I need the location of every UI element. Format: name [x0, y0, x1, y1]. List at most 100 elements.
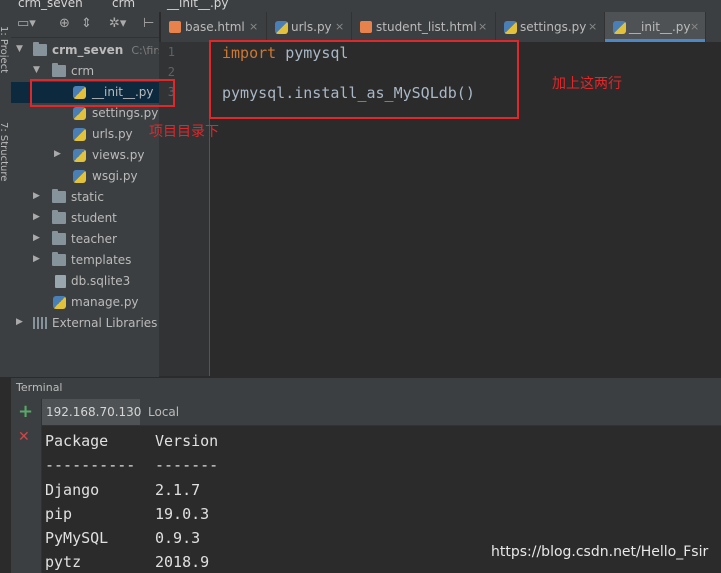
- breadcrumb-folder[interactable]: crm: [112, 0, 135, 10]
- tree-item-wsgi-py[interactable]: wsgi.py: [11, 166, 159, 187]
- expand-arrow-icon[interactable]: ▶: [54, 149, 61, 159]
- package-name: pytz: [45, 553, 82, 571]
- tree-item-label: templates: [71, 253, 132, 267]
- tree-item-crm-seven[interactable]: ▼ crm_seven C:\first: [11, 40, 159, 61]
- expand-arrow-icon[interactable]: ▶: [33, 233, 40, 243]
- package-version: 19.0.3: [155, 505, 210, 523]
- tree-item-db-sqlite3[interactable]: db.sqlite3: [11, 271, 159, 292]
- terminal-tab-local[interactable]: Local: [144, 399, 194, 425]
- close-tab-icon[interactable]: ×: [588, 20, 597, 33]
- terminal-title-bar: Terminal: [11, 377, 721, 400]
- python-file-icon: [613, 21, 626, 34]
- tree-item-label: External Libraries: [52, 316, 158, 330]
- close-tab-icon[interactable]: ×: [335, 20, 344, 33]
- code-highlight-box: [209, 40, 519, 119]
- close-tab-icon[interactable]: ×: [690, 20, 699, 33]
- package-name: PyMySQL: [45, 529, 109, 547]
- folder-icon: [52, 210, 66, 224]
- expand-arrow-icon[interactable]: ▼: [33, 65, 40, 75]
- breadcrumb-root[interactable]: crm_seven: [18, 0, 83, 10]
- tree-item-label: urls.py: [92, 127, 133, 141]
- line-number: 2: [167, 65, 175, 79]
- terminal-header-package: Package: [45, 432, 109, 450]
- tree-item-label: teacher: [71, 232, 117, 246]
- python-file-icon: [53, 296, 66, 309]
- package-version: 0.9.3: [155, 529, 201, 547]
- editor-tab-bar: base.html × urls.py × student_list.html …: [161, 12, 721, 43]
- tree-item-static[interactable]: ▶ static: [11, 187, 159, 208]
- python-file-icon: [73, 107, 86, 120]
- python-file-icon: [73, 128, 86, 141]
- html-file-icon: [169, 21, 181, 33]
- python-file-icon: [73, 170, 86, 183]
- python-file-icon: [275, 21, 288, 34]
- tab-base-html[interactable]: base.html ×: [161, 12, 267, 42]
- tree-item-templates[interactable]: ▶ templates: [11, 250, 159, 271]
- folder-icon: [33, 42, 47, 56]
- terminal-tab-label: Local: [148, 405, 180, 419]
- line-number: 1: [167, 45, 175, 59]
- structure-tool-button[interactable]: 7: Structure: [0, 122, 9, 181]
- python-file-icon: [504, 21, 517, 34]
- plus-icon[interactable]: +: [18, 401, 33, 422]
- tab-student-list-html[interactable]: student_list.html ×: [352, 12, 496, 42]
- collapse-icon[interactable]: ⇕: [81, 16, 92, 31]
- folder-icon: [52, 252, 66, 266]
- close-tab-icon[interactable]: ×: [478, 20, 487, 33]
- terminal-separator: ----------: [45, 456, 136, 474]
- tree-item-urls-py[interactable]: urls.py: [11, 124, 159, 145]
- tree-item-label: views.py: [92, 148, 145, 162]
- library-icon: [33, 317, 47, 329]
- python-file-icon: [73, 149, 86, 162]
- terminal-tab-remote[interactable]: 192.168.70.130: [42, 399, 142, 425]
- tree-item-external-libraries[interactable]: ▶ External Libraries: [11, 313, 159, 334]
- breadcrumb-file[interactable]: __init__.py: [167, 0, 229, 10]
- tab-settings-py[interactable]: settings.py ×: [496, 12, 605, 42]
- tab-label: settings.py: [520, 20, 587, 34]
- tab-label: student_list.html: [376, 20, 477, 34]
- close-tab-icon[interactable]: ×: [249, 20, 258, 33]
- folder-icon: [52, 189, 66, 203]
- expand-arrow-icon[interactable]: ▼: [16, 44, 23, 54]
- project-tool-button[interactable]: 1: Project: [0, 26, 9, 73]
- tree-annotation-text: 项目目录下: [149, 124, 219, 140]
- package-name: Django: [45, 481, 100, 499]
- expand-arrow-icon[interactable]: ▶: [16, 317, 23, 327]
- close-icon[interactable]: ✕: [18, 429, 30, 445]
- tree-item-manage-py[interactable]: manage.py: [11, 292, 159, 313]
- folder-icon: [52, 231, 66, 245]
- terminal-toolbar: + ✕: [11, 399, 42, 573]
- tree-item-student[interactable]: ▶ student: [11, 208, 159, 229]
- tree-item-label: student: [71, 211, 117, 225]
- watermark: https://blog.csdn.net/Hello_Fsir: [491, 544, 709, 560]
- html-file-icon: [360, 21, 372, 33]
- database-file-icon: [55, 275, 66, 288]
- terminal-header-version: Version: [155, 432, 219, 450]
- code-annotation-text: 加上这两行: [552, 76, 622, 92]
- gear-icon[interactable]: ✲▾: [109, 16, 126, 31]
- folder-icon: [52, 63, 66, 77]
- tab-urls-py[interactable]: urls.py ×: [267, 12, 352, 42]
- tree-item-teacher[interactable]: ▶ teacher: [11, 229, 159, 250]
- terminal-title: Terminal: [16, 381, 63, 394]
- view-dropdown-icon[interactable]: ▭▾: [17, 16, 36, 31]
- tab-label: base.html: [185, 20, 245, 34]
- tree-item-label: crm_seven: [52, 43, 124, 57]
- terminal-separator: -------: [155, 456, 219, 474]
- terminal-tab-label: 192.168.70.130: [46, 405, 142, 419]
- tree-item-views-py[interactable]: ▶ views.py: [11, 145, 159, 166]
- tree-highlight-box: [30, 79, 175, 107]
- expand-arrow-icon[interactable]: ▶: [33, 254, 40, 264]
- hide-icon[interactable]: ⊢: [143, 16, 154, 31]
- expand-arrow-icon[interactable]: ▶: [33, 191, 40, 201]
- terminal-tab-bar: 192.168.70.130 Local: [42, 399, 721, 426]
- expand-arrow-icon[interactable]: ▶: [33, 212, 40, 222]
- project-panel: ▭▾ ⊕ ⇕ ✲▾ ⊢ ▼ crm_sevenC:\first ▼ crm __…: [11, 12, 159, 377]
- tree-item-label: static: [71, 190, 104, 204]
- tab-init-py[interactable]: __init__.py ×: [605, 12, 706, 42]
- tree-item-label: db.sqlite3: [71, 274, 131, 288]
- target-icon[interactable]: ⊕: [59, 16, 70, 31]
- tree-item-label: settings.py: [92, 106, 159, 120]
- package-version: 2018.9: [155, 553, 210, 571]
- tree-item-label: wsgi.py: [92, 169, 138, 183]
